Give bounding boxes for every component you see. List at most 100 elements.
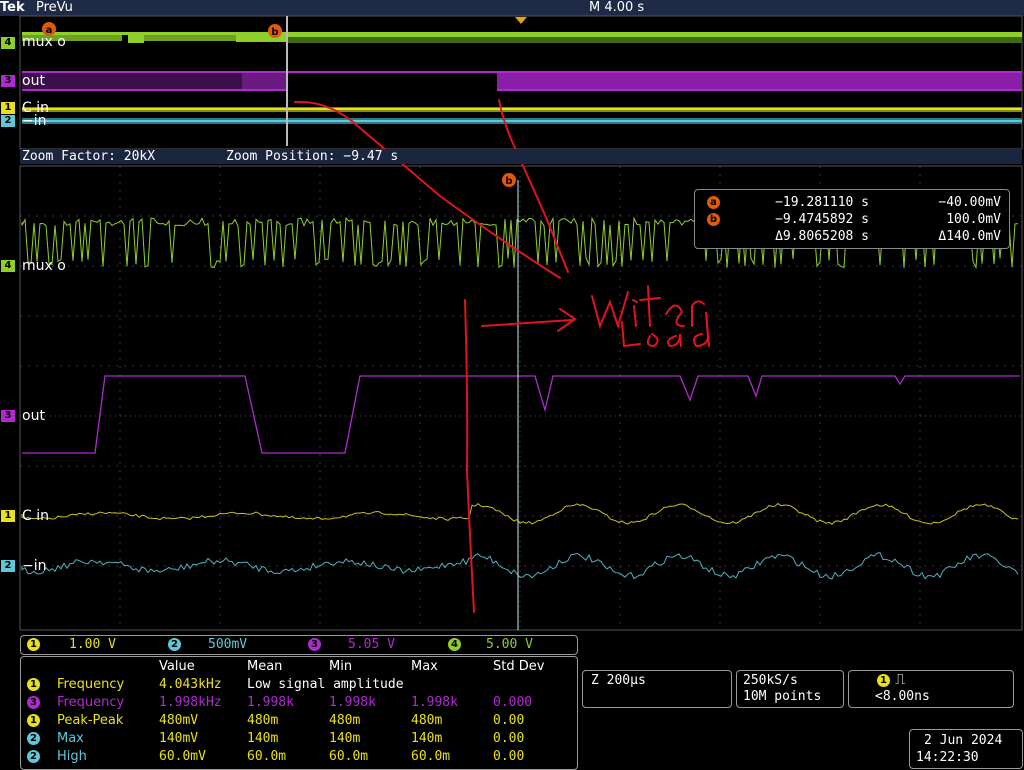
overview-ch3-trace (22, 71, 1022, 91)
overview-ch2-label: −in (22, 113, 47, 129)
zoom-scale-box[interactable]: Z 200μs (582, 670, 732, 708)
ch1-label: C in (22, 508, 49, 524)
row-min: 60.0m (329, 749, 369, 764)
row-channel-icon: 2 (27, 732, 40, 745)
row-std: 0.00 (493, 713, 525, 728)
ch3-label: out (22, 408, 45, 424)
cursor-b-marker-letter: b (505, 176, 512, 187)
ch3-ground-marker[interactable]: 3 (1, 410, 15, 422)
row-channel-icon: 2 (27, 750, 40, 763)
ch1-ground-marker[interactable]: 1 (1, 510, 15, 522)
row-name: Peak-Peak (57, 713, 124, 728)
table-row[interactable]: 3 Frequency 1.998kHz 1.998k 1.998k 1.998… (21, 694, 577, 711)
scale-ch2-icon[interactable]: 2 (168, 638, 181, 651)
sample-rate-box[interactable]: 250kS/s 10M points (736, 670, 844, 708)
table-row[interactable]: 1 Frequency 4.043kHz Low signal amplitud… (21, 676, 577, 693)
ch4-label: mux o (22, 258, 66, 274)
ch4-ground-marker[interactable]: 4 (1, 260, 15, 272)
zoom-scale: Z 200μs (591, 673, 646, 688)
zoom-info-bar (20, 149, 1022, 164)
row-min: 140m (329, 731, 361, 746)
cursor-b-icon: b (707, 213, 720, 226)
row-mean: 480m (247, 713, 279, 728)
cursor-a-value: −40.00mV (938, 195, 1001, 210)
overview-ch4-label: mux o (22, 34, 66, 50)
overview-ch4-marker[interactable]: 4 (1, 37, 15, 49)
row-min: 480m (329, 713, 361, 728)
datetime-box[interactable]: 2 Jun 2024 14:22:30 (909, 729, 1023, 769)
sample-rate: 250kS/s (743, 673, 798, 688)
table-row[interactable]: 2 High 60.0mV 60.0m 60.0m 60.0m 0.00 (21, 748, 577, 765)
ch2-label: −in (22, 558, 47, 574)
scale-ch3-value[interactable]: 5.05 V (348, 636, 395, 654)
header-min: Min (329, 659, 353, 674)
row-max: 60.0m (411, 749, 451, 764)
trigger-box[interactable]: 1 ⎍ <8.00ns (848, 670, 1014, 708)
scale-ch1-icon[interactable]: 1 (27, 638, 40, 651)
row-max: 480m (411, 713, 443, 728)
vertical-scale-bar: 1 1.00 V 2 500mV 3 5.05 V 4 5.00 V (20, 635, 578, 655)
overview-ch3-marker[interactable]: 3 (1, 75, 15, 87)
row-name: Frequency (57, 677, 125, 692)
row-max: 1.998k (411, 695, 458, 710)
row-value: 140mV (159, 731, 199, 746)
row-std: 0.000 (493, 695, 533, 710)
time: 14:22:30 (916, 750, 979, 765)
zoom-factor: Zoom Factor: 20kX (22, 149, 156, 164)
row-channel-icon: 1 (27, 678, 40, 691)
cursor-a-time: −19.281110 s (775, 195, 869, 210)
table-row[interactable]: 2 Max 140mV 140m 140m 140m 0.00 (21, 730, 577, 747)
ch2-ground-marker[interactable]: 2 (1, 560, 15, 572)
row-channel-icon: 3 (27, 696, 40, 709)
cursor-delta-time: Δ9.8065208 s (775, 229, 869, 244)
scale-ch4-value[interactable]: 5.00 V (486, 636, 533, 654)
row-name: High (57, 749, 87, 764)
cursor-readout[interactable]: a −19.281110 s −40.00mV b −9.4745892 s 1… (694, 189, 1010, 249)
row-mean: 60.0m (247, 749, 287, 764)
row-mean: 140m (247, 731, 279, 746)
cursor-a-row: a −19.281110 s −40.00mV (695, 194, 1009, 211)
header-value: Value (159, 659, 195, 674)
scale-ch4-icon[interactable]: 4 (448, 638, 461, 651)
scale-ch2-value[interactable]: 500mV (208, 636, 247, 654)
scale-ch1-value[interactable]: 1.00 V (69, 636, 116, 654)
header-max: Max (411, 659, 438, 674)
overview-ch3-label: out (22, 73, 45, 89)
row-value: 480mV (159, 713, 199, 728)
handwritten-annotation (294, 99, 710, 613)
cursor-b-row: b −9.4745892 s 100.0mV (695, 211, 1009, 228)
row-channel-icon: 1 (27, 714, 40, 727)
row-mean: Low signal amplitude (247, 677, 404, 692)
cursor-delta-value: Δ140.0mV (938, 229, 1001, 244)
row-min: 1.998k (329, 695, 376, 710)
ch3-out-trace (22, 375, 1020, 454)
row-std: 0.00 (493, 731, 525, 746)
trigger-edge-icon: ⎍ (895, 670, 906, 688)
row-mean: 1.998k (247, 695, 294, 710)
trigger-source-icon: 1 (877, 674, 890, 687)
row-std: 0.00 (493, 749, 525, 764)
table-row[interactable]: 1 Peak-Peak 480mV 480m 480m 480m 0.00 (21, 712, 577, 729)
record-length: 10M points (743, 689, 822, 704)
measurement-table[interactable]: Value Mean Min Max Std Dev 1 Frequency 4… (20, 656, 578, 770)
date: 2 Jun 2024 (924, 733, 1003, 748)
zoom-position: Zoom Position: −9.47 s (226, 149, 399, 164)
row-value: 1.998kHz (159, 695, 222, 710)
overview-ch1-marker[interactable]: 1 (1, 102, 15, 114)
row-value: 4.043kHz (159, 677, 222, 692)
header-mean: Mean (247, 659, 283, 674)
overview-ch2-marker[interactable]: 2 (1, 115, 15, 127)
cursor-delta-row: Δ9.8065208 s Δ140.0mV (695, 228, 1009, 245)
scale-ch3-icon[interactable]: 3 (308, 638, 321, 651)
overview-cursor-b-letter: b (271, 27, 278, 38)
row-name: Frequency (57, 695, 125, 710)
oscilloscope-screen: Tek PreVu M 4.00 s b a b 4 mux o 3 out 1… (0, 0, 1024, 770)
trigger-setting: <8.00ns (875, 689, 930, 704)
header-std-dev: Std Dev (493, 659, 545, 674)
cursor-b-value: 100.0mV (946, 212, 1001, 227)
cursor-b-time: −9.4745892 s (775, 212, 869, 227)
row-value: 60.0mV (159, 749, 206, 764)
cursor-a-icon: a (707, 196, 720, 209)
row-max: 140m (411, 731, 443, 746)
row-name: Max (57, 731, 84, 746)
